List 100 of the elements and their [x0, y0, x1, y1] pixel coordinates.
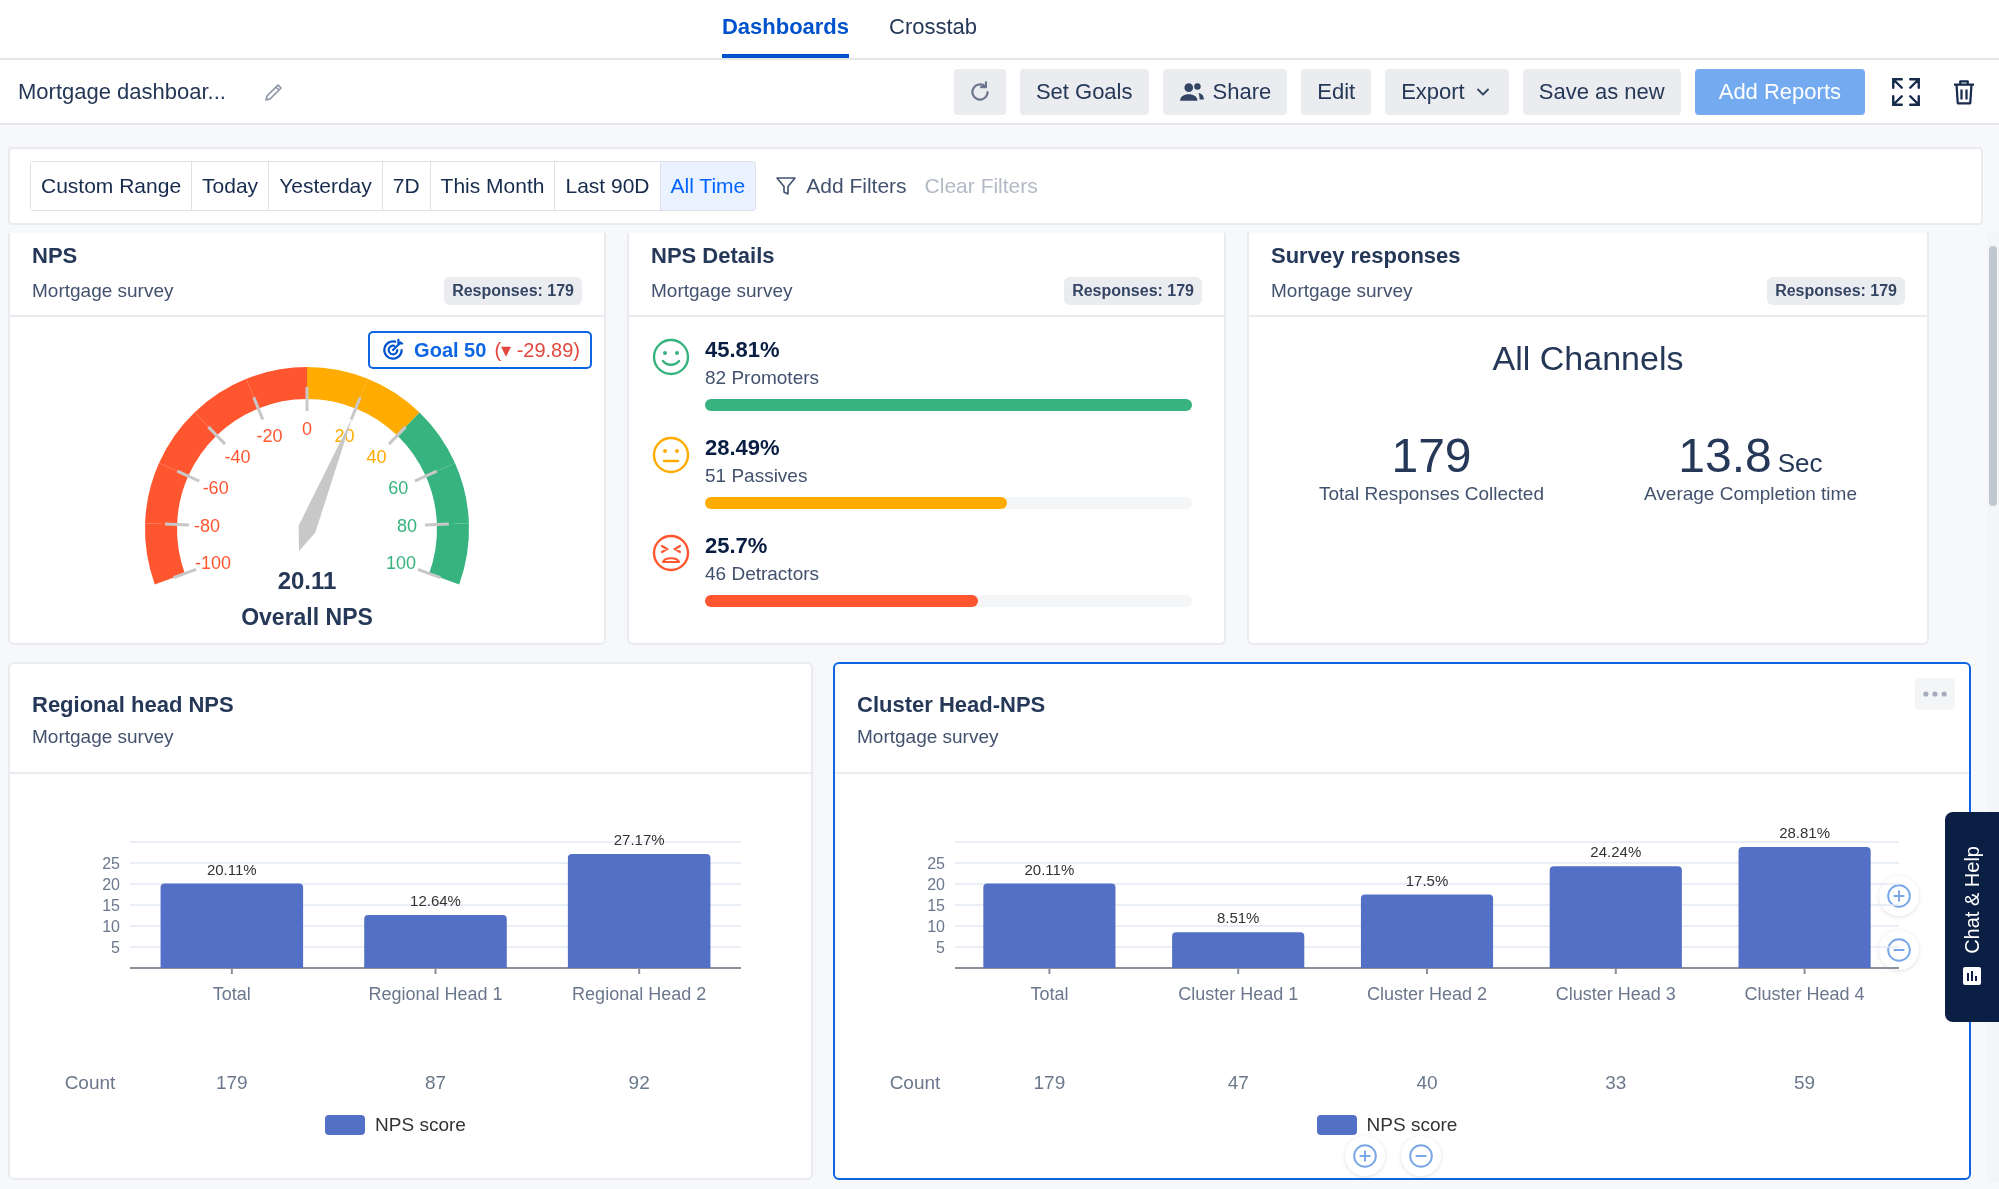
card-subtitle: Mortgage survey: [1271, 280, 1413, 302]
filter-icon: [774, 174, 799, 198]
card-title: NPS: [32, 243, 78, 269]
axis-label: Regional Head 1: [368, 984, 503, 1004]
zoom-in-button[interactable]: [1345, 1136, 1385, 1176]
axis-tick-label: 20: [927, 876, 945, 893]
percentage: 28.49%: [705, 435, 781, 461]
axis-label: Cluster Head 4: [1744, 984, 1865, 1004]
card-subtitle: Mortgage survey: [651, 280, 793, 302]
card-subtitle: Mortgage survey: [32, 726, 174, 748]
goal-label: Goal 50: [414, 338, 487, 362]
gauge-tick-label: 60: [388, 478, 409, 499]
axis-tick-label: 15: [102, 897, 120, 914]
gauge-segment: [307, 367, 368, 409]
category-count: 82 Promoters: [705, 367, 821, 389]
count-value: 92: [628, 1072, 650, 1094]
gauge-label: Overall NPS: [241, 604, 373, 630]
legend-swatch: [325, 1115, 366, 1135]
toolbar-button[interactable]: Save as new: [1522, 68, 1681, 115]
card-title: NPS Details: [651, 243, 775, 269]
stat-unit: Sec: [1777, 448, 1823, 479]
gauge-tick-label: 40: [366, 447, 387, 468]
bar-value-label: 12.64%: [410, 891, 461, 909]
axis-label: Cluster Head 2: [1366, 984, 1488, 1004]
gauge-segment: [397, 412, 455, 477]
channel-heading: All Channels: [1492, 339, 1684, 378]
axis-label: Cluster Head 1: [1178, 984, 1299, 1004]
zoom-out-icon: [1408, 1143, 1434, 1169]
bar-value-label: 8.51%: [1216, 909, 1260, 927]
gauge-segment: [145, 523, 185, 585]
percentage: 45.81%: [705, 337, 781, 363]
stat-value: 13.8: [1678, 428, 1772, 483]
gauge-segment: [159, 412, 217, 477]
gauge-tick-label: -100: [195, 553, 232, 574]
date-range-option[interactable]: All Time: [660, 162, 756, 210]
axis-label: Cluster Head 3: [1555, 984, 1676, 1004]
bar-value-label: 24.24%: [1590, 843, 1642, 861]
gauge-tick-label: 100: [385, 553, 416, 574]
bar-value-label: 28.81%: [1779, 824, 1831, 841]
axis-label: Regional Head 2: [572, 984, 707, 1004]
count-value: 33: [1605, 1072, 1627, 1094]
axis-tick-label: 20: [102, 876, 120, 893]
gauge-tick-label: -60: [202, 478, 229, 499]
responses-count: Responses: 179: [1767, 277, 1905, 305]
card-title: Cluster Head-NPS: [857, 692, 1046, 718]
card-title: Survey responses: [1271, 243, 1461, 269]
bar-value-label: 20.11%: [206, 860, 257, 878]
stat-caption: Average Completion time: [1644, 483, 1857, 505]
goal-delta: (▾ -29.89): [494, 338, 580, 362]
responses-count: Responses: 179: [444, 277, 582, 305]
count-value: 59: [1794, 1072, 1816, 1094]
count-value: 179: [1033, 1072, 1066, 1094]
scrollbar-thumb[interactable]: [1989, 246, 1997, 506]
toolbar-button[interactable]: Edit: [1301, 68, 1372, 115]
chat-help-tab[interactable]: Chat & Help: [1945, 812, 1999, 1022]
card-subtitle: Mortgage survey: [857, 726, 999, 748]
card-subtitle: Mortgage survey: [32, 280, 174, 302]
stat-caption: Total Responses Collected: [1319, 483, 1544, 505]
count-value: 87: [424, 1072, 447, 1094]
date-range-option[interactable]: Custom Range: [31, 162, 193, 210]
legend-label: NPS score: [1366, 1114, 1458, 1136]
card-title: Regional head NPS: [32, 692, 234, 718]
zoom-in-button[interactable]: [1879, 876, 1919, 916]
axis-tick-label: 25: [102, 855, 120, 872]
legend-swatch: [1316, 1115, 1357, 1135]
axis-tick-label: 15: [927, 897, 945, 914]
count-label: Count: [64, 1072, 116, 1094]
axis-tick-label: 5: [936, 939, 945, 956]
bar-value-label: 17.5%: [1405, 871, 1449, 889]
gauge-value: 20.11: [277, 567, 337, 594]
gauge-segment: [355, 378, 420, 436]
export-dropdown[interactable]: Export: [1385, 68, 1509, 115]
more-icon: [1922, 690, 1948, 698]
axis-tick-label: 25: [927, 855, 945, 872]
gauge-segment: [246, 367, 307, 409]
gauge-tick-label: 80: [396, 515, 417, 536]
more-button[interactable]: [1915, 678, 1955, 710]
category-count: 46 Detractors: [705, 563, 821, 585]
count-label: Count: [889, 1072, 941, 1094]
toolbar-button[interactable]: Set Goals: [1019, 68, 1149, 115]
gauge-segment: [194, 378, 259, 436]
share-button[interactable]: Share: [1162, 68, 1288, 115]
bar-value-label: 27.17%: [613, 830, 665, 848]
stat-value: 179: [1391, 428, 1472, 483]
zoom-out-button[interactable]: [1401, 1136, 1441, 1176]
count-value: 40: [1416, 1072, 1438, 1094]
refresh-button[interactable]: [953, 68, 1006, 115]
zoom-in-icon: [1352, 1143, 1378, 1169]
gauge-tick-label: 0: [302, 419, 312, 439]
add-filters-button[interactable]: Add Filters: [774, 174, 907, 198]
axis-tick-label: 5: [111, 939, 120, 956]
zoom-out-button[interactable]: [1879, 930, 1919, 970]
percentage: 25.7%: [705, 533, 769, 559]
gauge-tick-label: -40: [224, 447, 251, 468]
legend-label: NPS score: [375, 1114, 466, 1136]
bar-value-label: 20.11%: [1024, 860, 1075, 878]
tab[interactable]: Crosstab: [889, 8, 978, 58]
axis-tick-label: 10: [927, 918, 945, 935]
axis-tick-label: 10: [102, 918, 120, 935]
gauge-tick-label: -20: [256, 426, 283, 447]
